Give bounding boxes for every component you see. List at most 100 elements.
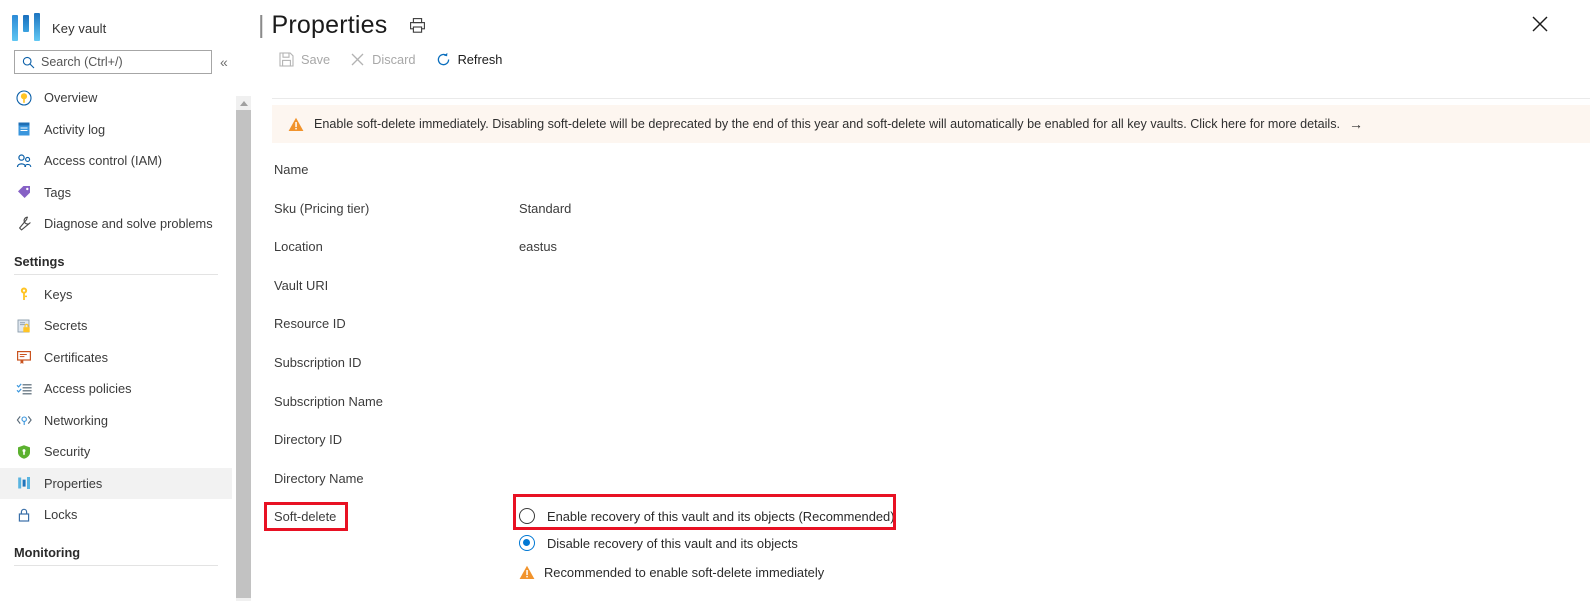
sidebar-group-title-monitoring: Monitoring bbox=[14, 544, 81, 560]
properties-icon bbox=[14, 474, 34, 492]
disable-recovery-radio-option[interactable]: Disable recovery of this vault and its o… bbox=[519, 530, 939, 556]
sidebar-item-activity-log[interactable]: Activity log bbox=[0, 114, 232, 146]
sidebar-item-tags[interactable]: Tags bbox=[0, 177, 232, 209]
sidebar-nav: Overview Activity log Access control (IA… bbox=[0, 82, 232, 566]
sidebar-item-keys[interactable]: Keys bbox=[0, 279, 232, 311]
discard-icon bbox=[350, 52, 365, 67]
shield-icon bbox=[14, 443, 34, 461]
save-button-label: Save bbox=[301, 51, 331, 67]
sidebar-item-diagnose-and-solve-problems[interactable]: Diagnose and solve problems bbox=[0, 208, 232, 240]
save-icon bbox=[279, 51, 294, 67]
page-title-row: | Properties bbox=[252, 0, 1590, 42]
refresh-icon bbox=[436, 52, 451, 67]
close-icon[interactable] bbox=[1530, 14, 1552, 36]
key-vault-icon bbox=[12, 13, 40, 43]
toolbar-divider bbox=[272, 98, 1590, 99]
enable-recovery-radio-option[interactable]: Enable recovery of this vault and its ob… bbox=[519, 503, 939, 529]
property-row-resource-id: Resource ID bbox=[274, 312, 1574, 351]
sidebar-item-label: Certificates bbox=[44, 349, 109, 365]
page-title: Properties bbox=[271, 10, 388, 39]
radio-button-checked-icon[interactable] bbox=[519, 535, 535, 551]
soft-delete-label: Soft-delete bbox=[274, 509, 337, 525]
secrets-icon bbox=[14, 317, 34, 335]
banner-message: Enable soft-delete immediately. Disablin… bbox=[314, 117, 1340, 131]
property-label: Location bbox=[274, 239, 323, 255]
sidebar-divider bbox=[14, 273, 218, 275]
sidebar-search-row: « bbox=[0, 44, 232, 74]
warning-icon bbox=[519, 565, 535, 580]
sidebar-resource-header: Key vault bbox=[0, 0, 232, 44]
sidebar-divider bbox=[14, 564, 218, 566]
refresh-button-label: Refresh bbox=[457, 51, 503, 67]
scroll-up-arrow-icon[interactable] bbox=[236, 96, 251, 110]
scrollbar-thumb[interactable] bbox=[236, 110, 251, 598]
property-row-name: Name bbox=[274, 158, 1574, 197]
property-label: Vault URI bbox=[274, 277, 329, 293]
title-separator: | bbox=[258, 10, 265, 39]
discard-button[interactable]: Discard bbox=[350, 51, 416, 67]
sidebar-item-label: Networking bbox=[44, 412, 109, 428]
sidebar-item-label: Diagnose and solve problems bbox=[44, 216, 213, 232]
property-label: Directory Name bbox=[274, 470, 364, 486]
sidebar-item-label: Keys bbox=[44, 286, 73, 302]
sidebar-item-label: Overview bbox=[44, 90, 98, 106]
sidebar-item-networking[interactable]: Networking bbox=[0, 405, 232, 437]
sidebar: Key vault « bbox=[0, 0, 232, 601]
discard-button-label: Discard bbox=[372, 51, 416, 67]
sidebar-scrollbar[interactable] bbox=[236, 96, 251, 601]
sidebar-item-certificates[interactable]: Certificates bbox=[0, 342, 232, 374]
sidebar-item-label: Activity log bbox=[44, 121, 106, 137]
overview-icon bbox=[14, 89, 34, 107]
double-chevron-left-icon[interactable]: « bbox=[220, 55, 228, 69]
sidebar-item-locks[interactable]: Locks bbox=[0, 499, 232, 531]
networking-icon bbox=[14, 411, 34, 429]
command-toolbar: Save Discard Refresh bbox=[252, 42, 1590, 76]
sidebar-item-security[interactable]: Security bbox=[0, 436, 232, 468]
property-row-sku: Sku (Pricing tier) Standard bbox=[274, 197, 1574, 236]
property-label: Resource ID bbox=[274, 316, 346, 332]
search-icon bbox=[22, 56, 35, 69]
sidebar-resource-type-label: Key vault bbox=[52, 20, 107, 36]
activity-log-icon bbox=[14, 120, 34, 138]
search-input[interactable] bbox=[41, 55, 211, 69]
sidebar-item-access-policies[interactable]: Access policies bbox=[0, 373, 232, 405]
refresh-button[interactable]: Refresh bbox=[436, 51, 503, 67]
sidebar-item-access-control[interactable]: Access control (IAM) bbox=[0, 145, 232, 177]
diagnose-icon bbox=[14, 215, 34, 233]
radio-option-label: Disable recovery of this vault and its o… bbox=[547, 535, 798, 551]
radio-option-label: Enable recovery of this vault and its ob… bbox=[547, 508, 895, 524]
sidebar-item-overview[interactable]: Overview bbox=[0, 82, 232, 114]
property-value: Standard bbox=[519, 200, 572, 216]
print-icon[interactable] bbox=[409, 17, 426, 34]
property-row-vault-uri: Vault URI bbox=[274, 274, 1574, 313]
soft-delete-radio-group: Enable recovery of this vault and its ob… bbox=[519, 503, 939, 580]
sidebar-group-title-settings: Settings bbox=[14, 253, 65, 269]
property-row-directory-name: Directory Name bbox=[274, 467, 1574, 506]
access-policies-icon bbox=[14, 380, 34, 398]
sidebar-item-properties[interactable]: Properties bbox=[0, 467, 232, 499]
property-row-subscription-name: Subscription Name bbox=[274, 390, 1574, 429]
property-row-directory-id: Directory ID bbox=[274, 428, 1574, 467]
property-label: Directory ID bbox=[274, 432, 343, 448]
warning-icon bbox=[288, 117, 304, 132]
tags-icon bbox=[14, 183, 34, 201]
key-icon bbox=[14, 285, 34, 303]
sidebar-item-label: Tags bbox=[44, 184, 72, 200]
azure-key-vault-properties-page: Key vault « bbox=[0, 0, 1590, 601]
soft-delete-recommendation-note: Recommended to enable soft-delete immedi… bbox=[519, 565, 939, 580]
sidebar-item-secrets[interactable]: Secrets bbox=[0, 310, 232, 342]
sidebar-item-label: Properties bbox=[44, 475, 103, 491]
lock-icon bbox=[14, 506, 34, 524]
soft-delete-warning-banner[interactable]: Enable soft-delete immediately. Disablin… bbox=[272, 105, 1590, 143]
search-box[interactable] bbox=[14, 50, 212, 74]
access-control-icon bbox=[14, 152, 34, 170]
note-text: Recommended to enable soft-delete immedi… bbox=[544, 565, 825, 580]
property-label: Subscription ID bbox=[274, 354, 362, 370]
arrow-right-icon[interactable]: → bbox=[1349, 116, 1363, 132]
save-button[interactable]: Save bbox=[279, 52, 330, 67]
property-label: Sku (Pricing tier) bbox=[274, 200, 370, 216]
radio-button-unchecked-icon[interactable] bbox=[519, 508, 535, 524]
properties-list: Name Sku (Pricing tier) Standard Locatio… bbox=[274, 158, 1574, 544]
sidebar-item-label: Secrets bbox=[44, 318, 88, 334]
sidebar-item-label: Security bbox=[44, 444, 91, 460]
